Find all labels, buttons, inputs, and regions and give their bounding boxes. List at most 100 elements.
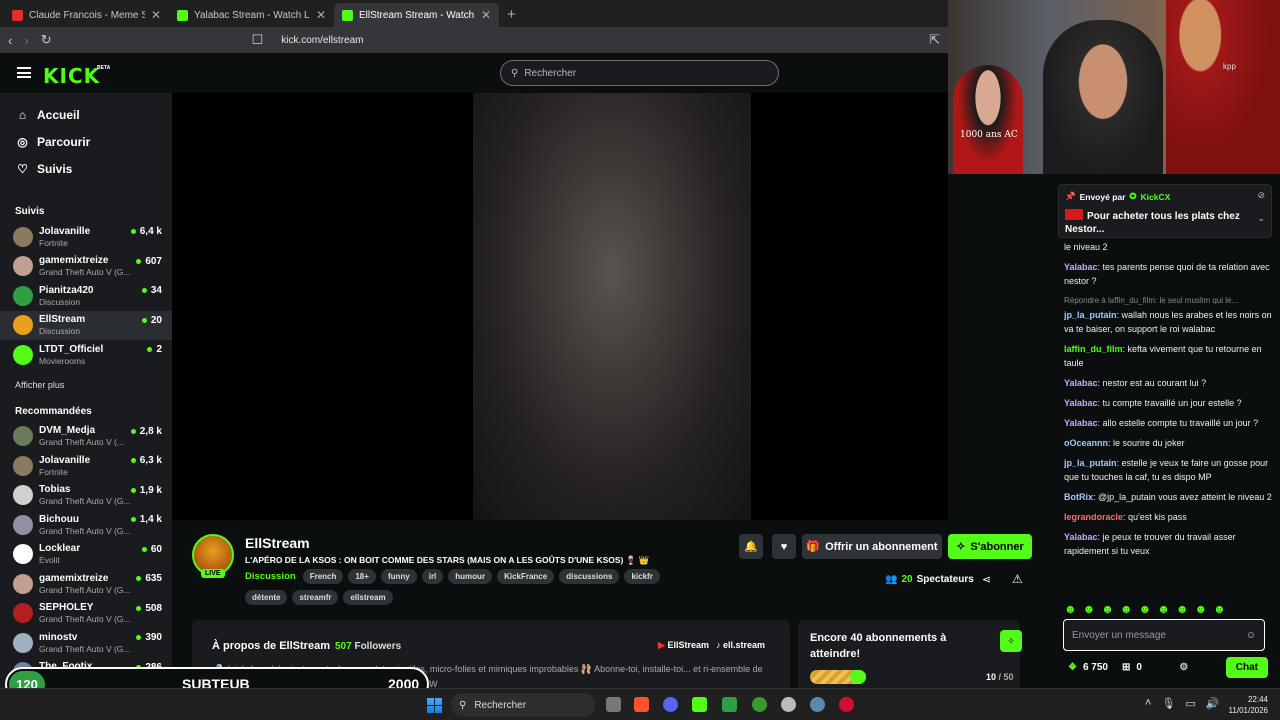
chat-username[interactable]: Yalabac [1064, 262, 1098, 272]
tag-chip[interactable]: funny [380, 569, 417, 584]
sidebar-channel[interactable]: minostv Grand Theft Auto V (G... 390 [0, 628, 172, 658]
chat-username[interactable]: jp_la_putain [1064, 458, 1117, 468]
file-explorer-icon[interactable] [606, 697, 621, 712]
emote-icon[interactable]: ☻ [1176, 602, 1189, 616]
reply-context[interactable]: Répondre à laffin_du_film: le seul musli… [1064, 294, 1276, 308]
subscribe-button[interactable]: ✧ S'abonner [948, 534, 1032, 559]
sidebar-channel[interactable]: Tobias Grand Theft Auto V (G... 1,9 k [0, 481, 172, 511]
report-icon[interactable]: ⚠ [1012, 572, 1023, 586]
media-player-icon[interactable] [839, 697, 854, 712]
follow-button[interactable]: ♥ [772, 534, 796, 559]
sidebar-channel[interactable]: EllStream Discussion 20 [0, 310, 172, 340]
emoji-picker-icon[interactable]: ☺ [1246, 630, 1256, 641]
youtube-link[interactable]: ▶ EllStream [658, 640, 709, 651]
category-link[interactable]: Discussion [245, 571, 296, 582]
emote-icon[interactable]: ☻ [1157, 602, 1170, 616]
video-player[interactable] [172, 93, 948, 520]
emote-icon[interactable]: ☻ [1083, 602, 1096, 616]
tag-chip[interactable]: kickfr [624, 569, 660, 584]
gift-count[interactable]: 0 [1136, 662, 1142, 673]
tag-chip[interactable]: 18+ [348, 569, 376, 584]
close-tab-icon[interactable]: ✕ [316, 8, 326, 22]
gear-icon[interactable]: ⚙ [1179, 662, 1188, 673]
brave-browser-icon[interactable] [634, 697, 649, 712]
unpin-icon[interactable]: ⊘ [1257, 190, 1265, 201]
points-balance[interactable]: 6 750 [1083, 662, 1108, 673]
chat-input[interactable]: Envoyer un message ☺ [1063, 619, 1265, 651]
emote-icon[interactable]: ☻ [1064, 602, 1077, 616]
chat-send-button[interactable]: Chat [1225, 656, 1268, 678]
tag-chip[interactable]: irl [421, 569, 444, 584]
url-field[interactable]: kick.com/ellstream [281, 35, 363, 46]
channel-name[interactable]: EllStream [245, 535, 310, 551]
discord-icon[interactable] [663, 697, 678, 712]
kick-logo[interactable]: KICK [43, 64, 100, 88]
pinned-sender[interactable]: KickCX [1141, 192, 1171, 202]
browser-tab[interactable]: Claude Francois - Meme Si Tu Reven ✕ [4, 3, 169, 27]
sidebar-channel[interactable]: gamemixtreize Grand Theft Auto V (G... 635 [0, 569, 172, 599]
sidebar-channel[interactable]: SEPHOLEY Grand Theft Auto V (G... 508 [0, 599, 172, 629]
search-input[interactable]: ⚲ Rechercher [500, 60, 779, 86]
chat-username[interactable]: Yalabac [1064, 378, 1098, 388]
app-icon[interactable] [752, 697, 767, 712]
sidebar-channel[interactable]: DVM_Medja Grand Theft Auto V (... 2,8 k [0, 422, 172, 452]
microphone-icon[interactable]: 🎙 [1161, 697, 1175, 710]
chevron-up-icon[interactable]: ˄ [1145, 697, 1151, 710]
tag-chip[interactable]: détente [245, 590, 288, 605]
excel-icon[interactable] [692, 697, 707, 712]
sidebar-channel[interactable]: LTDT_Officiel Movierooms 2 [0, 340, 172, 370]
menu-icon[interactable] [17, 67, 31, 78]
forward-icon[interactable]: › [24, 33, 28, 48]
app-icon[interactable] [781, 697, 796, 712]
chat-username[interactable]: BotRix [1064, 492, 1093, 502]
show-more-link[interactable]: Afficher plus [0, 380, 172, 390]
chat-username[interactable]: legrandoracle [1064, 512, 1123, 522]
goal-subscribe-button[interactable]: ✧ [1000, 630, 1022, 652]
chat-username[interactable]: oOceannn [1064, 438, 1108, 448]
emote-icon[interactable]: ☻ [1120, 602, 1133, 616]
tag-chip[interactable]: KickFrance [497, 569, 555, 584]
emote-icon[interactable]: ☻ [1101, 602, 1114, 616]
notification-bell-button[interactable]: 🔔 [739, 534, 763, 559]
emote-icon[interactable]: ☻ [1194, 602, 1207, 616]
share-icon[interactable]: ⋖ [982, 573, 991, 586]
emote-bar[interactable]: ☻ ☻ ☻ ☻ ☻ ☻ ☻ ☻ ☻ [1064, 602, 1226, 616]
sidebar-channel[interactable]: Jolavanille Fortnite 6,3 k [0, 451, 172, 481]
emote-icon[interactable]: ☻ [1139, 602, 1152, 616]
settings-icon[interactable] [810, 697, 825, 712]
bookmark-icon[interactable]: ☐ [252, 32, 264, 48]
browser-tab[interactable]: EllStream Stream - Watch Live ✕ [334, 3, 499, 27]
windows-start-icon[interactable] [427, 698, 442, 713]
nav-item-accueil[interactable]: ⌂ Accueil [0, 101, 172, 128]
kick-app-icon[interactable] [722, 697, 737, 712]
nav-item-suivis[interactable]: ♡ Suivis [0, 155, 172, 182]
nav-item-parcourir[interactable]: ◎ Parcourir [0, 128, 172, 155]
sidebar-channel[interactable]: Bichouu Grand Theft Auto V (G... 1,4 k [0, 510, 172, 540]
tag-chip[interactable]: French [302, 569, 344, 584]
tag-chip[interactable]: humour [448, 569, 493, 584]
sidebar-channel[interactable]: Locklear Evolit 60 [0, 540, 172, 570]
reload-icon[interactable]: ↻ [41, 32, 52, 48]
chat-username[interactable]: Yalabac [1064, 398, 1098, 408]
network-icon[interactable]: ▭ [1185, 697, 1195, 710]
taskbar-clock[interactable]: 22:44 11/01/2026 [1222, 694, 1268, 716]
tiktok-link[interactable]: ♪ ell.stream [716, 640, 765, 650]
gift-sub-button[interactable]: 🎁 Offrir un abonnement [802, 534, 942, 559]
emote-icon[interactable]: ☻ [1213, 602, 1226, 616]
back-icon[interactable]: ‹ [8, 33, 12, 48]
chat-username[interactable]: Yalabac [1064, 532, 1098, 542]
browser-tab[interactable]: Yalabac Stream - Watch Live on Kick ✕ [169, 3, 334, 27]
pinned-message[interactable]: 📌 Envoyé par ✪ KickCX Pour acheter tous … [1058, 184, 1272, 238]
chat-username[interactable]: Yalabac [1064, 418, 1098, 428]
tag-chip[interactable]: streamfr [292, 590, 339, 605]
close-tab-icon[interactable]: ✕ [151, 8, 161, 22]
chat-username[interactable]: laffin_du_film [1064, 344, 1123, 354]
share-page-icon[interactable]: ⇱ [929, 32, 940, 48]
sidebar-channel[interactable]: gamemixtreize Grand Theft Auto V (G... 607 [0, 252, 172, 282]
chat-username[interactable]: jp_la_putain [1064, 310, 1117, 320]
video-frame[interactable] [473, 93, 751, 520]
new-tab-button[interactable]: + [499, 6, 524, 27]
sidebar-channel[interactable]: Jolavanille Fortnite 6,4 k [0, 222, 172, 252]
tag-chip[interactable]: ellstream [343, 590, 393, 605]
sidebar-channel[interactable]: Pianitza420 Discussion 34 [0, 281, 172, 311]
